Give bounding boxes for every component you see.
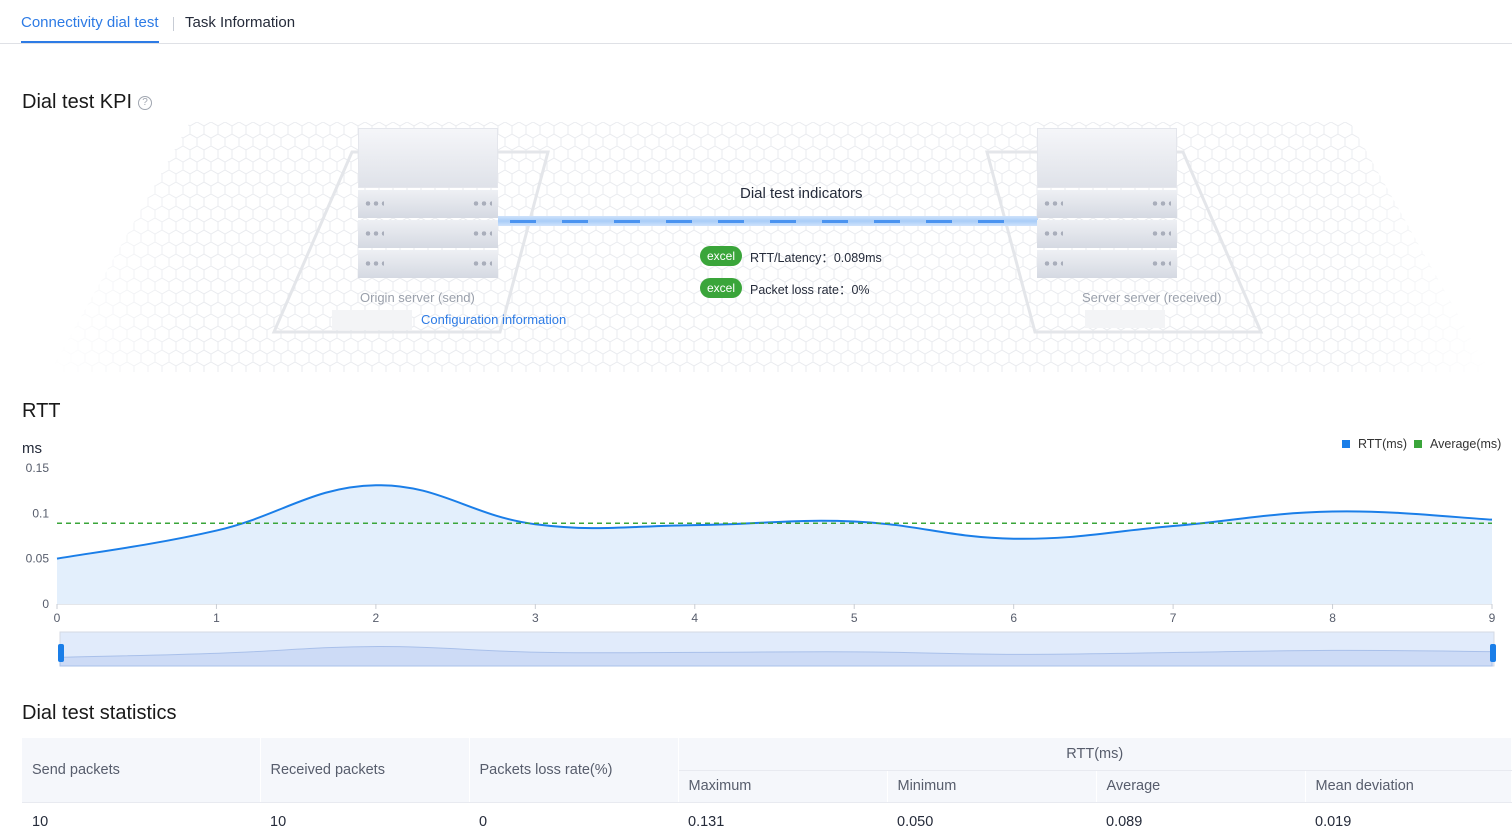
zoom-handle-right <box>1490 644 1496 662</box>
x-tick-label: 9 <box>1489 611 1496 625</box>
kpi-diagram: Origin server (send) Configuration infor… <box>20 122 1512 372</box>
status-badge: excel <box>700 246 743 266</box>
origin-server-label: Origin server (send) <box>360 290 475 305</box>
x-tick-label: 5 <box>851 611 858 625</box>
y-tick-label: 0 <box>42 597 49 611</box>
configuration-information-link[interactable]: Configuration information <box>421 312 566 327</box>
data-zoom-slider[interactable] <box>58 631 1496 667</box>
cell-send-packets: 10 <box>32 814 49 830</box>
y-axis-unit-label: ms <box>22 440 42 457</box>
cell-average: 0.089 <box>1106 814 1143 830</box>
rtt-section-title: RTT <box>22 400 61 422</box>
stats-section-title: Dial test statistics <box>22 702 177 724</box>
plot-area <box>56 484 1493 604</box>
question-circle-icon[interactable]: ? <box>138 95 153 110</box>
tab-connectivity-dial-test[interactable]: Connectivity dial test <box>21 14 159 43</box>
x-tick-label: 7 <box>1170 611 1177 625</box>
col-maximum: Maximum <box>678 770 888 803</box>
x-tick-label: 0 <box>54 611 61 625</box>
col-mean-deviation: Mean deviation <box>1305 770 1512 803</box>
origin-ip-redacted <box>332 310 412 330</box>
y-axis-ticks: 0 0.05 0.1 0.15 <box>26 461 50 611</box>
x-tick-label: 4 <box>691 611 698 625</box>
destination-server-label: Server server (received) <box>1082 290 1222 305</box>
col-packet-loss-rate: Packets loss rate(%) <box>469 738 679 803</box>
y-tick-label: 0.15 <box>26 461 50 475</box>
origin-server-icon <box>358 128 498 278</box>
indicator-rtt-text: RTT/Latency：0.089ms <box>750 250 882 265</box>
cell-received-packets: 10 <box>270 814 287 830</box>
cell-mean-deviation: 0.019 <box>1315 814 1352 830</box>
destination-ip-redacted <box>1085 310 1165 328</box>
col-received-packets: Received packets <box>260 738 470 803</box>
x-tick-label: 6 <box>1010 611 1017 625</box>
x-axis-ticks: 0 1 2 3 4 5 6 7 8 9 <box>54 603 1496 625</box>
link-flow-dashes <box>510 220 1030 223</box>
cell-maximum: 0.131 <box>688 814 725 830</box>
table-row: 10 10 0 0.131 0.050 0.089 0.019 <box>22 802 1512 830</box>
col-minimum: Minimum <box>887 770 1097 803</box>
indicator-rtt: excel RTT/Latency：0.089ms <box>700 246 882 266</box>
cell-packet-loss-rate: 0 <box>479 814 488 830</box>
col-group-rtt: RTT(ms) <box>678 738 1512 771</box>
kpi-title-text: Dial test KPI <box>22 91 133 113</box>
status-badge: excel <box>700 278 743 298</box>
x-tick-label: 2 <box>373 611 380 625</box>
col-average: Average <box>1096 770 1306 803</box>
indicator-packet-loss: excel Packet loss rate：0% <box>700 278 870 298</box>
x-tick-label: 8 <box>1329 611 1336 625</box>
tab-task-information[interactable]: Task Information <box>185 14 295 31</box>
destination-server-icon <box>1037 128 1177 278</box>
indicator-packet-loss-text: Packet loss rate：0% <box>750 282 870 297</box>
col-send-packets: Send packets <box>22 738 261 803</box>
indicators-title: Dial test indicators <box>740 185 863 202</box>
rtt-area <box>57 485 1492 604</box>
stats-table: Send packets Received packets Packets lo… <box>22 738 1512 830</box>
x-tick-label: 3 <box>532 611 539 625</box>
rtt-chart: ms 0 0.05 0.1 0.15 0 1 2 3 4 5 6 7 8 9 <box>22 440 1496 667</box>
zoom-handle-left <box>58 644 64 662</box>
cell-minimum: 0.050 <box>897 814 934 830</box>
x-tick-label: 1 <box>213 611 220 625</box>
tab-bar: Connectivity dial test Task Information <box>0 0 1512 44</box>
tab-separator <box>173 17 174 31</box>
y-tick-label: 0.05 <box>26 552 50 566</box>
kpi-section-title: Dial test KPI? <box>22 91 153 114</box>
y-tick-label: 0.1 <box>32 506 49 520</box>
